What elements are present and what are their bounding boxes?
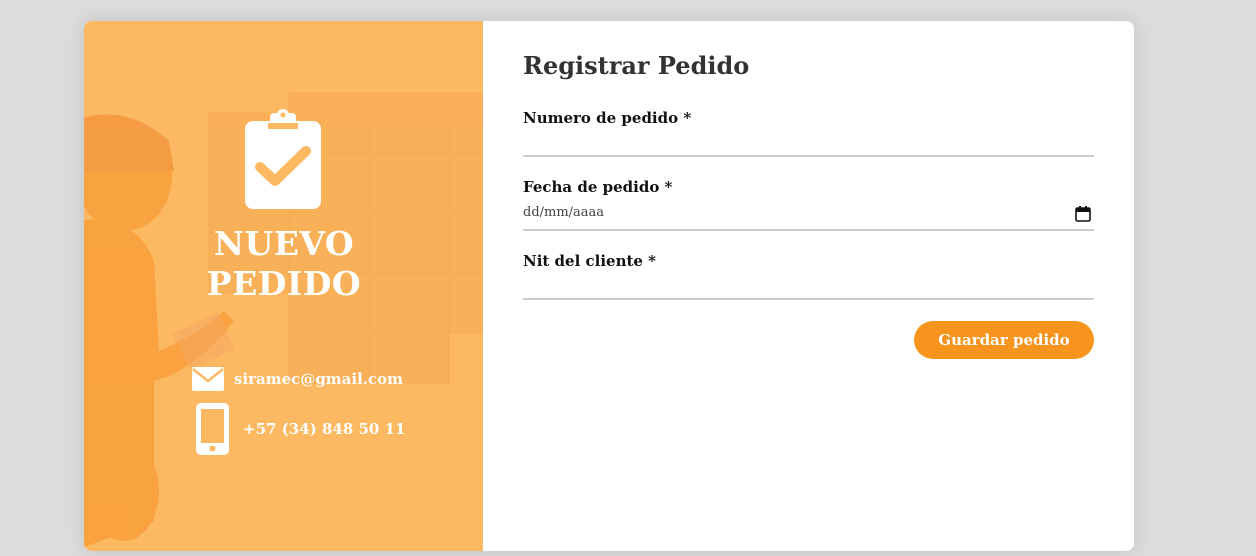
hero-panel: NUEVO PEDIDO siramec@gmail.com +57 (34) …: [84, 21, 483, 551]
calendar-icon[interactable]: [1075, 206, 1091, 222]
client-nit-input[interactable]: [523, 274, 1094, 298]
form-panel: Registrar Pedido Numero de pedido * Fech…: [483, 21, 1134, 551]
order-number-label: Numero de pedido *: [523, 109, 692, 127]
hero-title-line2: PEDIDO: [206, 264, 362, 303]
phone-contact: +57 (34) 848 50 11: [196, 403, 405, 455]
order-card: NUEVO PEDIDO siramec@gmail.com +57 (34) …: [84, 21, 1134, 551]
clipboard-check-icon: [245, 109, 321, 209]
save-order-button[interactable]: Guardar pedido: [914, 321, 1094, 359]
client-nit-label: Nit del cliente *: [523, 252, 657, 270]
form-title: Registrar Pedido: [523, 51, 750, 80]
email-text: siramec@gmail.com: [234, 370, 404, 388]
client-nit-underline: [523, 298, 1094, 300]
order-date-underline: [523, 229, 1094, 231]
order-date-input[interactable]: dd/mm/aaaa: [523, 205, 604, 220]
phone-text: +57 (34) 848 50 11: [243, 420, 406, 438]
order-date-label: Fecha de pedido *: [523, 178, 673, 196]
hero-title: NUEVO PEDIDO: [84, 224, 483, 304]
order-number-input[interactable]: [523, 131, 1094, 155]
order-number-underline: [523, 155, 1094, 157]
smartphone-icon: [196, 403, 229, 455]
envelope-icon: [192, 367, 224, 391]
hero-title-line1: NUEVO: [213, 224, 355, 263]
email-contact: siramec@gmail.com: [192, 367, 403, 391]
